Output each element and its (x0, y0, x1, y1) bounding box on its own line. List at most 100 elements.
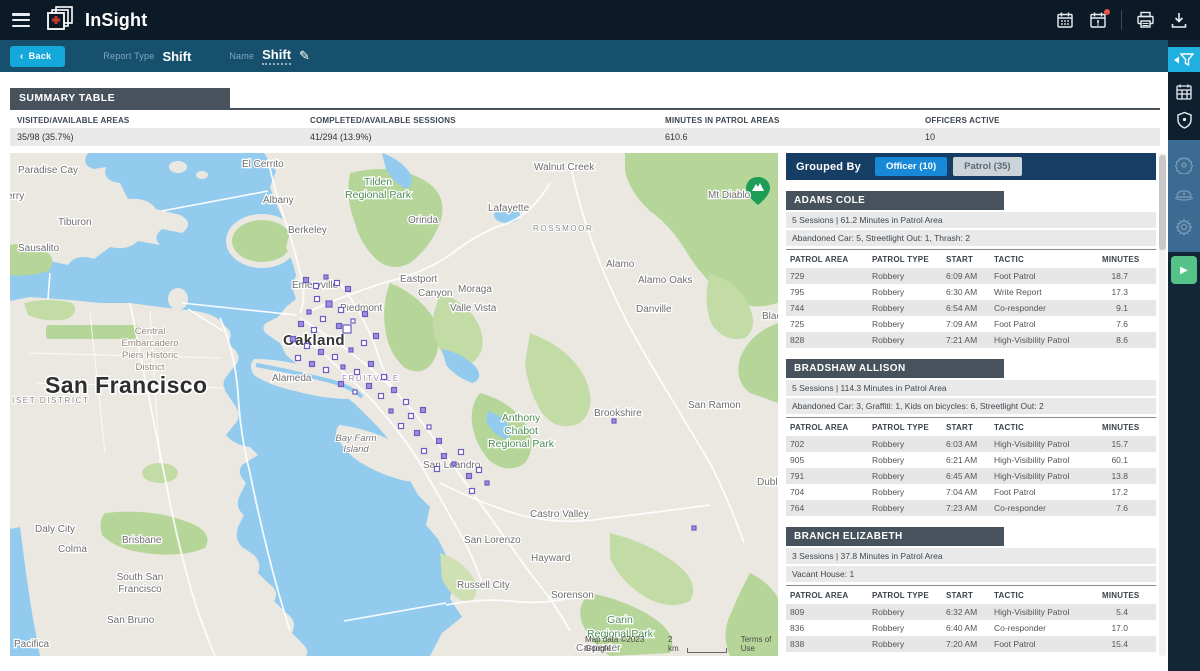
patrol-area-marker[interactable] (319, 350, 324, 355)
calendar-icon[interactable] (1055, 11, 1074, 30)
settings-icon[interactable] (1175, 218, 1193, 236)
patrol-area-marker[interactable] (404, 400, 409, 405)
patrol-area-marker[interactable] (339, 382, 344, 387)
patrol-area-marker[interactable] (399, 424, 404, 429)
officer-section: BRANCH ELIZABETH3 Sessions | 37.8 Minute… (786, 527, 1156, 652)
patrol-area-marker[interactable] (349, 348, 353, 352)
patrol-area-marker[interactable] (326, 301, 332, 307)
patrol-area-marker[interactable] (477, 468, 482, 473)
patrol-area-marker[interactable] (367, 384, 372, 389)
patrol-area-marker[interactable] (467, 474, 472, 479)
patrol-area-marker[interactable] (470, 489, 475, 494)
patrol-area-marker[interactable] (337, 324, 342, 329)
patrol-area-marker[interactable] (355, 370, 360, 375)
patrol-area-marker[interactable] (324, 368, 329, 373)
cell-tactic: Foot Patrol (990, 268, 1098, 284)
play-icon[interactable]: ▶ (1171, 256, 1197, 284)
edit-pencil-icon[interactable]: ✎ (299, 48, 310, 64)
patrol-area-marker[interactable] (379, 394, 384, 399)
map-terms-link[interactable]: Terms of Use (741, 635, 778, 653)
badge-icon[interactable] (1175, 156, 1193, 174)
map-label: Brisbane (122, 535, 162, 546)
map-label: Lafayette (488, 203, 530, 214)
map-label: ROSSMOOR (533, 224, 593, 233)
patrol-area-marker[interactable] (452, 462, 456, 466)
map-label: San Francisco (45, 372, 207, 398)
data-table-icon[interactable] (1175, 83, 1193, 101)
patrol-area-marker[interactable] (382, 375, 387, 380)
cell-tactic: Co-responder (990, 620, 1098, 636)
map-label: Valle Vista (450, 303, 497, 314)
back-button[interactable]: ‹Back (10, 46, 65, 67)
officer-sections: ADAMS COLE5 Sessions | 61.2 Minutes in P… (786, 191, 1156, 652)
patrol-area-marker[interactable] (351, 319, 355, 323)
patrol-area-marker[interactable] (315, 297, 320, 302)
patrol-area-marker[interactable] (362, 341, 367, 346)
menu-icon[interactable] (12, 13, 30, 27)
app-title: InSight (85, 10, 147, 31)
patrol-area-marker[interactable] (442, 454, 447, 459)
patrol-area-marker[interactable] (374, 334, 379, 339)
patrol-area-marker[interactable] (314, 284, 319, 289)
panel-scrollbar[interactable] (1159, 153, 1166, 656)
patrol-area-marker[interactable] (422, 449, 427, 454)
cell-minutes: 7.6 (1098, 316, 1156, 332)
printer-icon[interactable] (1136, 11, 1155, 30)
patrol-area-marker[interactable] (392, 388, 397, 393)
calendar-alert-icon[interactable] (1088, 11, 1107, 30)
patrol-area-marker[interactable] (324, 275, 328, 279)
officer-panel: Grouped By Officer (10) Patrol (35) ADAM… (786, 153, 1156, 656)
cell-start: 6:30 AM (942, 284, 990, 300)
patrol-area-marker[interactable] (335, 281, 340, 286)
patrol-area-marker[interactable] (427, 425, 431, 429)
patrol-area-marker[interactable] (343, 325, 351, 333)
patrol-area-marker[interactable] (435, 467, 440, 472)
cell-patrol-area: 838 (786, 636, 868, 652)
tab-patrol[interactable]: Patrol (35) (953, 157, 1021, 176)
patrol-area-marker[interactable] (369, 362, 374, 367)
patrol-area-marker[interactable] (305, 344, 310, 349)
patrol-hat-icon[interactable] (1174, 189, 1194, 203)
patrol-area-marker[interactable] (304, 278, 309, 283)
scrollbar-thumb[interactable] (1159, 155, 1166, 250)
patrol-area-marker[interactable] (421, 408, 426, 413)
tab-officer[interactable]: Officer (10) (875, 157, 947, 176)
patrol-area-marker[interactable] (485, 481, 489, 485)
table-row: 836Robbery6:40 AMCo-responder17.0 (786, 620, 1156, 636)
cell-tactic: Co-responder (990, 500, 1098, 516)
filter-icon[interactable] (1168, 47, 1200, 72)
download-icon[interactable] (1169, 11, 1188, 30)
cell-patrol-type: Robbery (868, 484, 942, 500)
patrol-area-marker[interactable] (312, 328, 317, 333)
patrol-area-marker[interactable] (389, 409, 393, 413)
map[interactable]: Paradise CayerryTiburonSausalitoEl Cerri… (10, 153, 778, 656)
column-header: TACTIC (990, 586, 1098, 604)
patrol-area-marker[interactable] (296, 356, 301, 361)
patrol-area-marker[interactable] (612, 419, 616, 423)
patrol-area-marker[interactable] (409, 414, 414, 419)
shield-icon[interactable] (1176, 111, 1193, 129)
notification-dot (1104, 9, 1110, 15)
patrol-area-marker[interactable] (353, 390, 357, 394)
patrol-area-marker[interactable] (437, 439, 442, 444)
insight-logo-icon (46, 6, 76, 34)
patrol-area-marker[interactable] (333, 355, 338, 360)
report-name-value[interactable]: Shift (262, 47, 291, 65)
summary-table-title: SUMMARY TABLE (10, 88, 230, 108)
cell-patrol-area: 809 (786, 604, 868, 620)
patrol-area-marker[interactable] (310, 362, 315, 367)
patrol-area-marker[interactable] (291, 337, 296, 342)
patrol-area-marker[interactable] (321, 317, 326, 322)
patrol-area-marker[interactable] (307, 310, 311, 314)
patrol-area-marker[interactable] (459, 450, 464, 455)
patrol-area-marker[interactable] (299, 322, 304, 327)
main-content: SUMMARY TABLE VISITED/AVAILABLE AREAS CO… (0, 72, 1168, 671)
cell-start: 7:20 AM (942, 636, 990, 652)
patrol-area-marker[interactable] (346, 287, 351, 292)
patrol-area-marker[interactable] (415, 431, 420, 436)
report-type-value: Shift (162, 49, 191, 64)
patrol-area-marker[interactable] (692, 526, 696, 530)
patrol-area-marker[interactable] (339, 308, 344, 313)
patrol-area-marker[interactable] (363, 312, 368, 317)
patrol-area-marker[interactable] (341, 365, 345, 369)
